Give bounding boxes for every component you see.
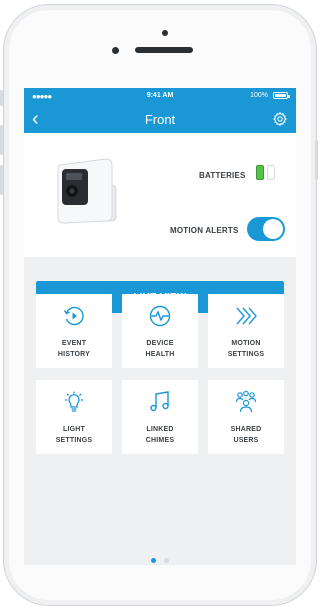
- shared-users-tile[interactable]: SHARED USERS: [208, 380, 284, 454]
- page-dot-active[interactable]: [151, 558, 157, 563]
- motion-settings-label: MOTION SETTINGS: [208, 338, 284, 360]
- battery-level-indicator: [256, 165, 278, 181]
- light-settings-label: LIGHT SETTINGS: [36, 424, 112, 446]
- gear-icon[interactable]: [272, 111, 288, 127]
- device-health-tile[interactable]: DEVICE HEALTH: [122, 294, 198, 368]
- page-indicator: [24, 550, 296, 565]
- tile-label-line1: MOTION: [231, 340, 261, 347]
- device-health-label: DEVICE HEALTH: [122, 338, 198, 360]
- tile-label-line2: HEALTH: [145, 351, 175, 358]
- mute-switch: [0, 90, 3, 106]
- linked-chimes-label: LINKED CHIMES: [122, 424, 198, 446]
- shared-users-label: SHARED USERS: [208, 424, 284, 446]
- tile-label-line2: USERS: [233, 437, 259, 444]
- event-history-tile[interactable]: EVENT HISTORY: [36, 294, 112, 368]
- proximity-sensor: [162, 30, 168, 36]
- volume-up-button: [0, 125, 3, 155]
- status-bar: ●●●●● 9:41 AM 100%: [24, 88, 296, 105]
- battery-cell-empty: [267, 165, 275, 180]
- light-settings-tile[interactable]: LIGHT SETTINGS: [36, 380, 112, 454]
- users-icon: [235, 390, 257, 413]
- power-button: [315, 140, 318, 180]
- event-history-label: EVENT HISTORY: [36, 338, 112, 360]
- tile-label-line1: LINKED: [146, 426, 174, 433]
- linked-chimes-tile[interactable]: LINKED CHIMES: [122, 380, 198, 454]
- tile-label-line1: LIGHT: [63, 426, 85, 433]
- pulse-icon: [149, 305, 171, 327]
- lightbulb-icon: [65, 391, 83, 412]
- tile-label-line2: SETTINGS: [55, 437, 93, 444]
- motion-settings-tile[interactable]: MOTION SETTINGS: [208, 294, 284, 368]
- batteries-label: BATTERIES: [199, 171, 246, 180]
- chevrons-right-icon: [236, 307, 257, 325]
- page-title: Front: [144, 112, 176, 127]
- history-icon: [63, 306, 84, 326]
- motion-alerts-toggle[interactable]: [247, 217, 285, 241]
- page-dot[interactable]: [163, 558, 169, 563]
- battery-cell-full: [256, 165, 264, 180]
- front-camera: [112, 47, 119, 54]
- device-panel: BATTERIES MOTION ALERTS: [24, 133, 296, 257]
- spotlight-camera-image: [57, 158, 117, 224]
- toggle-knob: [263, 219, 283, 239]
- battery-icon: [273, 92, 290, 99]
- app-screen: ●●●●● 9:41 AM 100% ‹ Front BATTERIES MOT…: [24, 88, 296, 565]
- tile-label-line1: DEVICE: [146, 340, 174, 347]
- nav-bar: ‹ Front: [24, 105, 296, 133]
- battery-percent: 100%: [250, 92, 268, 99]
- tile-label-line2: CHIMES: [145, 437, 175, 444]
- volume-down-button: [0, 165, 3, 195]
- tile-label-line1: EVENT: [61, 340, 87, 347]
- tile-label-line2: SETTINGS: [227, 351, 265, 358]
- motion-alerts-label: MOTION ALERTS: [170, 226, 239, 235]
- earpiece-speaker: [135, 47, 193, 53]
- tile-label-line2: HISTORY: [57, 351, 91, 358]
- tile-label-line1: SHARED: [230, 426, 262, 433]
- music-note-icon: [150, 391, 169, 412]
